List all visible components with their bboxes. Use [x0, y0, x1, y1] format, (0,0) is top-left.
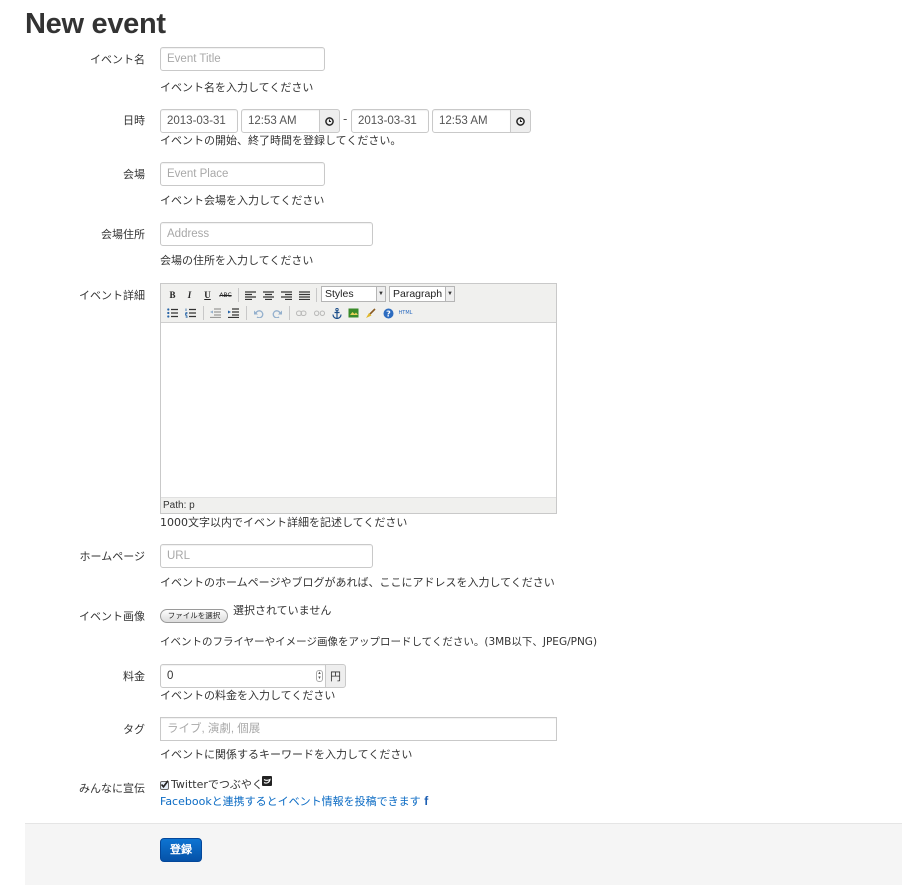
align-center-icon[interactable] [260, 287, 277, 303]
event-name-label: イベント名 [90, 53, 145, 66]
editor-path: Path: p [161, 497, 556, 513]
fee-stepper-icon[interactable]: ▴ ▾ [316, 670, 323, 682]
bold-icon[interactable]: B [164, 287, 181, 303]
toolbar-separator [203, 306, 204, 320]
undo-icon[interactable] [250, 305, 267, 321]
tags-input[interactable]: ライブ, 演劇, 個展 [160, 717, 557, 741]
fee-help: イベントの料金を入力してください [160, 689, 336, 702]
toolbar-separator [289, 306, 290, 320]
submit-button[interactable]: 登録 [160, 838, 202, 862]
facebook-connect-link[interactable]: Facebookと連携するとイベント情報を投稿できます f [160, 793, 428, 809]
editor-toolbar: B I U ABC Styles ▼ Paragraph ▼ ? HTML [161, 284, 556, 323]
event-name-help: イベント名を入力してください [160, 81, 314, 94]
link-icon[interactable] [293, 305, 310, 321]
homepage-help: イベントのホームページやブログがあれば、ここにアドレスを入力してください [160, 576, 555, 589]
form-actions [25, 823, 902, 885]
promote-label: みんなに宣伝 [79, 782, 145, 795]
format-select[interactable]: Paragraph ▼ [389, 286, 455, 302]
italic-icon[interactable]: I [181, 287, 198, 303]
homepage-placeholder: URL [167, 550, 191, 562]
fee-value: 0 [167, 670, 174, 682]
underline-icon[interactable]: U [199, 287, 216, 303]
event-name-input[interactable]: Event Title [160, 47, 325, 71]
tags-label: タグ [123, 723, 145, 736]
indent-icon[interactable] [225, 305, 242, 321]
address-placeholder: Address [167, 228, 210, 240]
toolbar-separator [238, 288, 239, 302]
datetime-help: イベントの開始、終了時間を登録してください。 [160, 134, 402, 147]
twitter-checkbox[interactable] [160, 780, 169, 790]
datetime-label: 日時 [123, 114, 145, 127]
bullet-list-icon[interactable] [164, 305, 181, 321]
place-help: イベント会場を入力してください [160, 194, 325, 207]
anchor-icon[interactable] [328, 305, 345, 321]
clock-icon [325, 116, 334, 126]
chevron-down-icon: ▼ [445, 287, 454, 301]
tags-help: イベントに関係するキーワードを入力してください [160, 748, 413, 761]
align-left-icon[interactable] [242, 287, 259, 303]
twitter-label[interactable]: Twitterでつぶやく [171, 776, 263, 792]
align-justify-icon[interactable] [296, 287, 313, 303]
svg-text:?: ? [386, 309, 391, 318]
place-label: 会場 [123, 168, 145, 181]
start-date-input[interactable]: 2013-03-31 [160, 109, 238, 133]
align-right-icon[interactable] [278, 287, 295, 303]
cleanup-icon[interactable] [362, 305, 379, 321]
homepage-label: ホームページ [79, 550, 145, 563]
help-icon[interactable]: ? [380, 305, 397, 321]
redo-icon[interactable] [268, 305, 285, 321]
toolbar-separator [316, 288, 317, 302]
detail-help: 1000文字以内でイベント詳細を記述してください [160, 516, 408, 529]
end-time-picker-button[interactable] [510, 109, 531, 133]
image-icon[interactable] [345, 305, 362, 321]
page-title: New event [25, 8, 166, 40]
fee-input[interactable]: 0 ▴ ▾ [160, 664, 326, 688]
address-help: 会場の住所を入力してください [160, 254, 314, 267]
strikethrough-icon[interactable]: ABC [217, 287, 234, 303]
toolbar-separator [246, 306, 247, 320]
facebook-icon: f [424, 794, 429, 808]
styles-select[interactable]: Styles ▼ [321, 286, 386, 302]
numbered-list-icon[interactable] [182, 305, 199, 321]
end-date-input[interactable]: 2013-03-31 [351, 109, 429, 133]
place-placeholder: Event Place [167, 168, 229, 180]
start-time-picker-button[interactable] [319, 109, 340, 133]
start-time-input[interactable]: 12:53 AM [241, 109, 320, 133]
fee-label: 料金 [123, 670, 145, 683]
address-input[interactable]: Address [160, 222, 373, 246]
format-select-value: Paragraph [393, 288, 443, 300]
detail-label: イベント詳細 [79, 289, 145, 302]
facebook-connect-text: Facebookと連携するとイベント情報を投稿できます [160, 795, 421, 808]
unlink-icon[interactable] [311, 305, 328, 321]
place-input[interactable]: Event Place [160, 162, 325, 186]
datetime-separator: - [343, 112, 348, 126]
file-status: 選択されていません [233, 604, 332, 617]
file-select-button[interactable]: ファイルを選択 [160, 609, 228, 623]
fee-unit: 円 [325, 664, 346, 688]
chevron-down-icon: ▼ [376, 287, 385, 301]
image-help: イベントのフライヤーやイメージ画像をアップロードしてください。(3MB以下、JP… [160, 636, 598, 648]
tags-placeholder: ライブ, 演劇, 個展 [167, 723, 261, 735]
clock-icon [516, 116, 525, 126]
styles-select-value: Styles [325, 288, 354, 300]
twitter-icon [262, 776, 272, 786]
outdent-icon[interactable] [207, 305, 224, 321]
checkmark-icon [160, 780, 169, 789]
image-label: イベント画像 [79, 610, 145, 623]
homepage-input[interactable]: URL [160, 544, 373, 568]
html-icon[interactable]: HTML [397, 305, 414, 321]
end-time-input[interactable]: 12:53 AM [432, 109, 511, 133]
rich-text-editor: B I U ABC Styles ▼ Paragraph ▼ ? HTML Path… [160, 283, 557, 514]
event-name-placeholder: Event Title [167, 53, 221, 65]
address-label: 会場住所 [101, 228, 145, 241]
